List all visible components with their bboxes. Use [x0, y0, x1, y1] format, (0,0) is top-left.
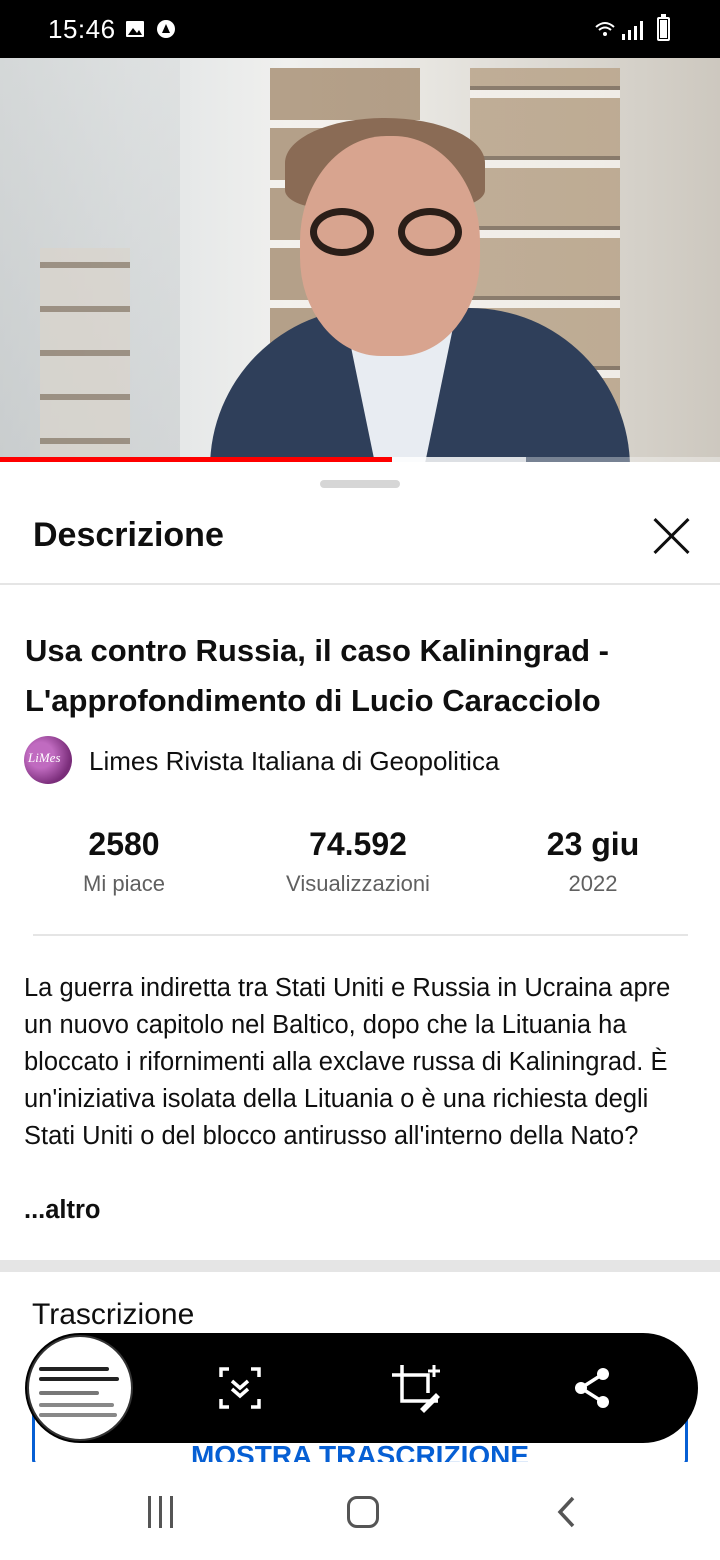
stat-date: 23 giu 2022 — [528, 826, 658, 897]
video-frame-glasses — [310, 208, 470, 258]
description-text: La guerra indiretta tra Stati Uniti e Ru… — [24, 974, 671, 1150]
crop-edit-icon[interactable] — [390, 1363, 440, 1413]
screenshot-thumbnail[interactable] — [27, 1335, 133, 1441]
section-separator — [0, 1260, 720, 1272]
app-notification-icon — [157, 20, 175, 38]
show-more-link[interactable]: ...altro — [24, 1196, 101, 1225]
stat-label: 2022 — [568, 871, 618, 896]
channel-avatar[interactable] — [24, 736, 72, 784]
stat-label: Visualizzazioni — [286, 871, 430, 896]
video-title: Usa contro Russia, il caso Kaliningrad -… — [25, 633, 609, 718]
divider — [33, 934, 688, 936]
stat-value: 23 giu — [546, 826, 640, 862]
stat-value: 2580 — [88, 826, 160, 862]
divider — [0, 583, 720, 585]
stat-views: 74.592 Visualizzazioni — [268, 826, 448, 897]
status-bar: 15:46 — [0, 0, 720, 58]
status-time: 15:46 — [48, 14, 116, 44]
share-icon[interactable] — [567, 1363, 617, 1413]
stat-label: Mi piace — [83, 871, 165, 896]
video-player[interactable] — [0, 58, 720, 462]
screenshot-toolbar — [25, 1333, 698, 1443]
signal-wifi-icon — [595, 21, 643, 40]
back-icon[interactable] — [555, 1496, 579, 1528]
stat-value: 74.592 — [309, 826, 407, 862]
close-icon[interactable] — [648, 512, 696, 560]
recent-apps-icon[interactable] — [146, 1496, 176, 1528]
sheet-title: Descrizione — [33, 516, 224, 554]
system-nav-bar — [0, 1462, 720, 1560]
channel-name[interactable]: Limes Rivista Italiana di Geopolitica — [89, 746, 499, 777]
transcript-title: Trascrizione — [32, 1298, 195, 1331]
drag-handle[interactable] — [320, 480, 400, 488]
scroll-capture-icon[interactable] — [215, 1363, 265, 1413]
video-frame-bookshelf — [40, 248, 130, 462]
image-notification-icon — [126, 21, 144, 37]
battery-icon — [657, 14, 670, 41]
home-icon[interactable] — [347, 1496, 379, 1528]
stat-likes: 2580 Mi piace — [64, 826, 184, 897]
